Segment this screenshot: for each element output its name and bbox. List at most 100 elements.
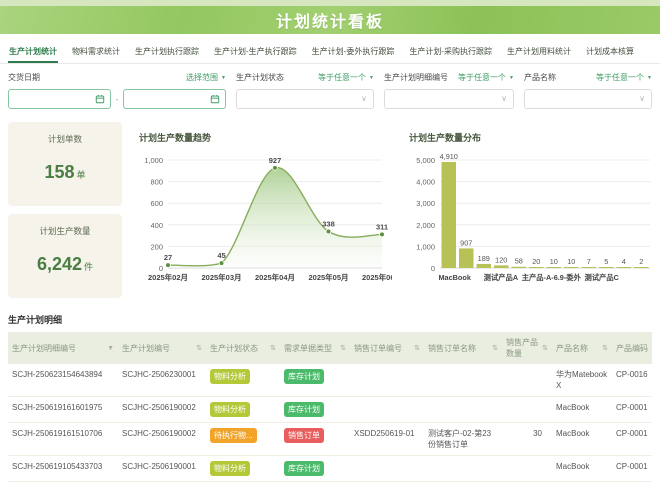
cell-plan_no: SCJHC-2506190001 bbox=[118, 456, 206, 482]
cell-detail_no: SCJH-250623154643894 bbox=[8, 364, 118, 397]
svg-text:45: 45 bbox=[217, 251, 225, 260]
column-header-doc_type[interactable]: 需求单据类型⇅ bbox=[280, 332, 350, 364]
dashboard-banner: 计划统计看板 bbox=[0, 6, 660, 34]
column-header-sales_order_name[interactable]: 销售订单名称⇅ bbox=[424, 332, 502, 364]
column-header-sales_qty[interactable]: 销售产品数量⇅ bbox=[502, 332, 552, 364]
detail-table-title: 生产计划明细 bbox=[8, 313, 652, 326]
filter-select-production-plan-detail-no[interactable]: ∨ bbox=[384, 89, 514, 109]
svg-text:主产品-A-6.9-委外: 主产品-A-6.9-委外 bbox=[522, 273, 582, 282]
tab-production-plan-material-usage-statistics[interactable]: 生产计划用料统计 bbox=[506, 42, 572, 63]
cell-status: 物料分析 bbox=[206, 364, 280, 397]
filter-operator-label: 选择范围 bbox=[186, 72, 218, 83]
stat-cards: 计划单数158单计划生产数量6,242件 bbox=[8, 122, 122, 303]
status-badge: 待执行物... bbox=[210, 428, 257, 443]
svg-text:400: 400 bbox=[150, 221, 163, 230]
tab-production-plan-execution-tracking[interactable]: 生产计划执行跟踪 bbox=[134, 42, 200, 63]
cell-product_name: MacBook bbox=[552, 423, 612, 456]
column-header-sales_order_no[interactable]: 销售订单编号⇅ bbox=[350, 332, 424, 364]
table-row[interactable]: SCJH-250623154643894SCJHC-2506230001 物料分析… bbox=[8, 364, 652, 397]
table-row[interactable]: SCJH-250619161601975SCJHC-2506190002物料分析… bbox=[8, 397, 652, 423]
cell-product_name: MacBook bbox=[552, 456, 612, 482]
column-label: 销售订单名称 bbox=[428, 343, 476, 354]
svg-text:2,000: 2,000 bbox=[416, 221, 435, 230]
column-header-product_code[interactable]: 产品编码 bbox=[612, 332, 652, 364]
svg-text:800: 800 bbox=[150, 178, 163, 187]
stat-label: 计划单数 bbox=[8, 133, 122, 145]
tab-production-plan-production-execution-tracking[interactable]: 生产计划-生产执行跟踪 bbox=[213, 42, 298, 63]
svg-text:338: 338 bbox=[322, 219, 335, 228]
svg-text:5,000: 5,000 bbox=[416, 156, 435, 165]
filter-select-production-plan-status[interactable]: ∨ bbox=[236, 89, 374, 109]
column-label: 生产计划状态 bbox=[210, 343, 258, 354]
calendar-icon bbox=[95, 94, 105, 104]
svg-text:20: 20 bbox=[532, 257, 540, 266]
sort-icon: ⇅ bbox=[196, 344, 202, 352]
column-header-product_name[interactable]: 产品名称⇅ bbox=[552, 332, 612, 364]
svg-text:27: 27 bbox=[164, 253, 172, 262]
filter-operator-product-name[interactable]: 等于任意一个▼ bbox=[596, 72, 652, 83]
tab-production-plan-outsourcing-execution-tracking[interactable]: 生产计划-委外执行跟踪 bbox=[311, 42, 396, 63]
column-header-detail_no[interactable]: 生产计划明细编号▼ bbox=[8, 332, 118, 364]
tab-bar: 生产计划统计物料需求统计生产计划执行跟踪生产计划-生产执行跟踪生产计划-委外执行… bbox=[0, 40, 660, 64]
sort-icon: ⇅ bbox=[270, 344, 276, 352]
filter-operator-production-plan-detail-no[interactable]: 等于任意一个▼ bbox=[458, 72, 514, 83]
svg-text:4: 4 bbox=[622, 257, 626, 266]
svg-text:测试产品A: 测试产品A bbox=[484, 273, 519, 282]
sort-icon: ⇅ bbox=[602, 344, 608, 352]
column-label: 需求单据类型 bbox=[284, 343, 332, 354]
chevron-down-icon: ∨ bbox=[501, 95, 507, 103]
table-row[interactable]: SCJH-250619105433703SCJHC-2506190001物料分析… bbox=[8, 456, 652, 482]
column-header-status[interactable]: 生产计划状态 ⇅ bbox=[206, 332, 280, 364]
cell-sales_order_no bbox=[350, 364, 424, 397]
stat-value: 158单 bbox=[8, 162, 122, 183]
status-badge: 库存计划 bbox=[284, 369, 324, 384]
cell-plan_no: SCJHC-2506190002 bbox=[118, 423, 206, 456]
filter-label-delivery-date: 交货日期 bbox=[8, 72, 40, 83]
svg-text:311: 311 bbox=[376, 222, 388, 231]
cell-status: 物料分析 bbox=[206, 397, 280, 423]
table-header-row: 生产计划明细编号▼生产计划编号⇅生产计划状态⇅需求单据类型⇅销售订单编号⇅销售订… bbox=[8, 332, 652, 364]
filter-operator-label: 等于任意一个 bbox=[596, 72, 644, 83]
svg-text:4,910: 4,910 bbox=[440, 152, 458, 161]
main-content: 计划单数158单计划生产数量6,242件 计划生产数量趋势 0200400600… bbox=[0, 118, 660, 303]
filter-head-product-name: 产品名称等于任意一个▼ bbox=[524, 72, 652, 83]
svg-text:600: 600 bbox=[150, 199, 163, 208]
date-start-input[interactable] bbox=[8, 89, 111, 109]
table-body: SCJH-250623154643894SCJHC-2506230001物料分析… bbox=[8, 364, 652, 484]
filter-label-production-plan-status: 生产计划状态 bbox=[236, 72, 284, 83]
filter-select-product-name[interactable]: ∨ bbox=[524, 89, 652, 109]
cell-doc_type: 库存计划 bbox=[280, 397, 350, 423]
chevron-down-icon: ∨ bbox=[639, 95, 645, 103]
stat-value: 6,242件 bbox=[8, 254, 122, 275]
stat-unit: 件 bbox=[84, 262, 93, 272]
distribution-bar-chart: 01,0002,0003,0004,0005,0004,910907189120… bbox=[396, 146, 658, 303]
filter-group-delivery-date: 交货日期 选择范围▼ - bbox=[8, 72, 226, 109]
column-header-plan_no[interactable]: 生产计划编号⇅ bbox=[118, 332, 206, 364]
status-badge: 销售订单 bbox=[284, 428, 324, 443]
svg-text:58: 58 bbox=[515, 257, 523, 266]
tab-material-requirement-statistics[interactable]: 物料需求统计 bbox=[71, 42, 121, 63]
cell-sales_order_name bbox=[424, 397, 502, 423]
filter-operator-production-plan-status[interactable]: 等于任意一个▼ bbox=[318, 72, 374, 83]
table-row[interactable]: SCJH-250619161510706SCJHC-2506190002待执行物… bbox=[8, 423, 652, 456]
column-label: 生产计划明细编号 bbox=[12, 343, 76, 354]
cell-detail_no: SCJH-250619161601975 bbox=[8, 397, 118, 423]
date-end-input[interactable] bbox=[123, 89, 226, 109]
filter-bar: 交货日期选择范围▼-生产计划状态等于任意一个▼∨生产计划明细编号等于任意一个▼∨… bbox=[0, 64, 660, 118]
cell-plan_no: SCJHC-2506230001 bbox=[118, 364, 206, 397]
distribution-chart-title: 计划生产数量分布 bbox=[396, 122, 658, 146]
svg-text:927: 927 bbox=[269, 156, 282, 165]
status-badge: 物料分析 bbox=[210, 369, 250, 384]
svg-text:5: 5 bbox=[604, 257, 608, 266]
cell-sales_qty bbox=[502, 364, 552, 397]
tab-plan-cost-accounting[interactable]: 计划成本核算 bbox=[585, 42, 635, 63]
filter-head-production-plan-status: 生产计划状态 等于任意一个▼ bbox=[236, 72, 374, 83]
filter-operator-delivery-date[interactable]: 选择范围▼ bbox=[186, 72, 226, 83]
sort-icon: ⇅ bbox=[414, 344, 420, 352]
tab-production-plan-purchase-execution-tracking[interactable]: 生产计划-采购执行跟踪 bbox=[408, 42, 493, 63]
tab-production-plan-statistics[interactable]: 生产计划统计 bbox=[8, 42, 58, 63]
cell-doc_type: 库存计划 bbox=[280, 364, 350, 397]
date-range-separator: - bbox=[116, 95, 119, 104]
status-badge: 库存计划 bbox=[284, 461, 324, 476]
filter-label-production-plan-detail-no: 生产计划明细编号 bbox=[384, 72, 448, 83]
